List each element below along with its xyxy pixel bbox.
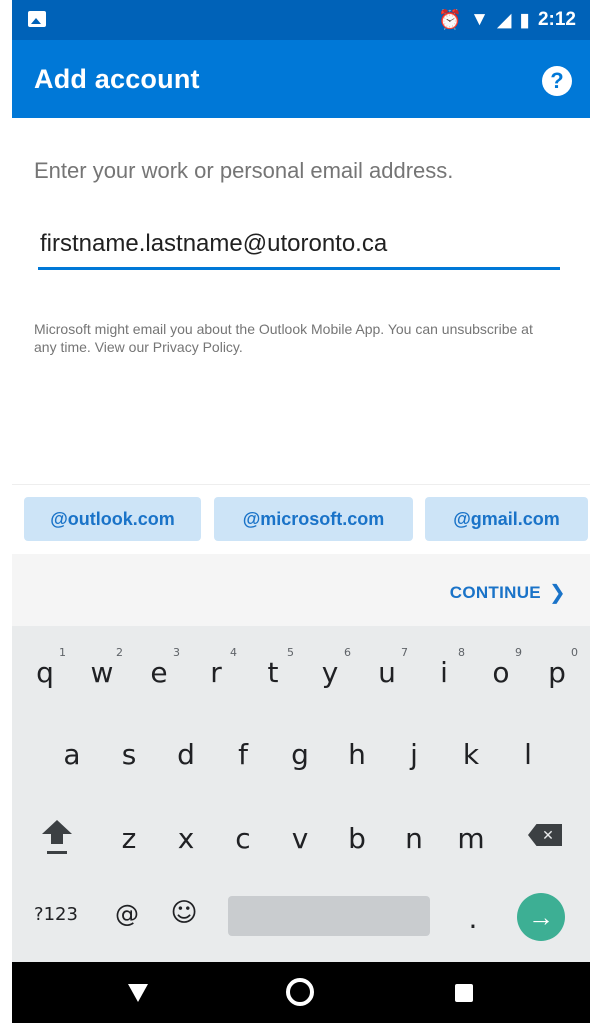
continue-label: CONTINUE	[449, 582, 541, 602]
recent-apps-icon[interactable]	[455, 984, 473, 1002]
key-label: p	[548, 656, 566, 689]
key-label: u	[378, 656, 396, 689]
key-k[interactable]: k	[446, 738, 496, 771]
privacy-disclaimer: Microsoft might email you about the Outl…	[34, 321, 533, 355]
key-n[interactable]: n	[389, 822, 439, 855]
continue-button[interactable]: CONTINUE ❯	[450, 580, 566, 605]
suggestion-outlook[interactable]: @outlook.com	[24, 497, 201, 541]
key-hint: 1	[59, 646, 66, 659]
key-q[interactable]: q1	[20, 646, 70, 689]
key-i[interactable]: i8	[419, 646, 469, 689]
key-hint: 0	[571, 646, 578, 659]
chevron-right-icon: ❯	[548, 582, 566, 604]
status-icons: ⏰ ▼ ◢ ▮ 2:12	[438, 0, 576, 40]
key-hint: 5	[287, 646, 294, 659]
key-hint: 2	[116, 646, 123, 659]
key-t[interactable]: t5	[248, 646, 298, 689]
help-icon[interactable]: ?	[542, 66, 572, 96]
key-j[interactable]: j	[389, 738, 439, 771]
key-label: o	[492, 656, 510, 689]
soft-keyboard: q1 w2 e3 r4 t5 y6 u7 i8 o9 p0 a s d f g …	[12, 626, 590, 962]
key-label: y	[321, 656, 339, 689]
suggestion-microsoft[interactable]: @microsoft.com	[214, 497, 413, 541]
suggestion-gmail[interactable]: @gmail.com	[425, 497, 588, 541]
status-time: 2:12	[537, 9, 576, 30]
key-d[interactable]: d	[161, 738, 211, 771]
key-u[interactable]: u7	[362, 646, 412, 689]
key-b[interactable]: b	[332, 822, 382, 855]
key-label: r	[210, 656, 222, 689]
key-e[interactable]: e3	[134, 646, 184, 689]
key-x[interactable]: x	[161, 822, 211, 855]
key-a[interactable]: a	[47, 738, 97, 771]
page-title: Add account	[34, 64, 200, 94]
enter-arrow-icon[interactable]: →	[517, 893, 565, 941]
key-label: e	[150, 656, 168, 689]
alarm-icon: ⏰	[438, 10, 463, 31]
key-v[interactable]: v	[275, 822, 325, 855]
app-bar: Add account ?	[12, 40, 590, 118]
key-hint: 8	[458, 646, 465, 659]
symbols-key[interactable]: ?123	[26, 904, 86, 925]
status-bar: ⏰ ▼ ◢ ▮ 2:12	[12, 0, 590, 40]
image-notification-icon	[28, 11, 46, 27]
signal-icon: ◢	[496, 9, 512, 31]
spacebar[interactable]	[228, 896, 430, 936]
system-nav-bar	[12, 962, 590, 1023]
key-hint: 4	[230, 646, 237, 659]
wifi-icon: ▼	[470, 9, 489, 30]
continue-bar: CONTINUE ❯	[12, 554, 590, 626]
key-hint: 6	[344, 646, 351, 659]
email-prompt: Enter your work or personal email addres…	[34, 158, 454, 183]
backspace-icon[interactable]: ✕	[528, 824, 562, 846]
key-label: w	[90, 656, 114, 689]
key-s[interactable]: s	[104, 738, 154, 771]
battery-icon: ▮	[519, 9, 530, 31]
key-at[interactable]: @	[102, 900, 152, 928]
domain-suggestions: @outlook.com @microsoft.com @gmail.com	[12, 484, 590, 554]
shift-icon[interactable]	[42, 820, 72, 858]
key-h[interactable]: h	[332, 738, 382, 771]
key-y[interactable]: y6	[305, 646, 355, 689]
key-l[interactable]: l	[503, 738, 553, 771]
home-icon[interactable]	[286, 978, 314, 1006]
key-z[interactable]: z	[104, 822, 154, 855]
back-icon[interactable]	[128, 984, 148, 1002]
key-w[interactable]: w2	[77, 646, 127, 689]
key-m[interactable]: m	[446, 822, 496, 855]
key-p[interactable]: p0	[532, 646, 582, 689]
key-period[interactable]: .	[448, 902, 498, 935]
key-label: q	[36, 656, 54, 689]
emoji-icon[interactable]: ☺	[159, 898, 209, 928]
key-hint: 7	[401, 646, 408, 659]
key-label: i	[440, 656, 448, 689]
key-o[interactable]: o9	[476, 646, 526, 689]
key-c[interactable]: c	[218, 822, 268, 855]
key-hint: 9	[515, 646, 522, 659]
key-hint: 3	[173, 646, 180, 659]
key-g[interactable]: g	[275, 738, 325, 771]
email-field[interactable]	[38, 220, 560, 270]
key-f[interactable]: f	[218, 738, 268, 771]
key-r[interactable]: r4	[191, 646, 241, 689]
key-label: t	[267, 656, 279, 689]
